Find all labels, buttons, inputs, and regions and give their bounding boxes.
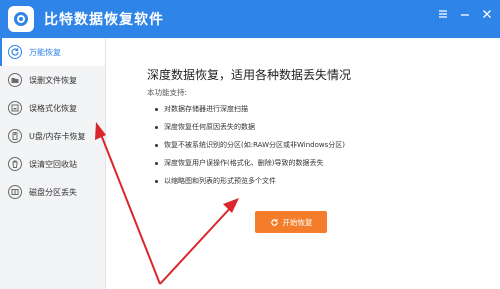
sidebar: 万能恢复 误删文件恢复 误格式化恢复 U盘/内存卡恢复 误清空回收站 磁盘分区丢… <box>0 38 106 289</box>
usb-icon <box>8 129 22 143</box>
folder-icon <box>8 73 22 87</box>
sidebar-item-format-recovery[interactable]: 误格式化恢复 <box>0 94 105 122</box>
close-icon[interactable] <box>480 7 494 21</box>
menu-icon[interactable] <box>436 7 450 21</box>
feature-text: 对数据存储器进行深度扫描 <box>164 105 248 113</box>
feature-text: 深度恢复用户误操作(格式化、删除)导致的数据丢失 <box>164 159 324 167</box>
start-recovery-label: 开始恢复 <box>282 217 313 227</box>
bullet-icon <box>155 107 158 111</box>
bullet-icon <box>155 143 158 147</box>
title-bar: 比特数据恢复软件 <box>0 0 500 38</box>
sidebar-item-label: 误删文件恢复 <box>29 75 77 85</box>
sidebar-item-recycle-bin[interactable]: 误清空回收站 <box>0 150 105 178</box>
feature-intro: 本功能支持: <box>147 88 188 97</box>
list-item: 深度恢复用户误操作(格式化、删除)导致的数据丢失 <box>155 154 345 172</box>
feature-text: 以缩略图和列表的形式预览多个文件 <box>164 177 276 185</box>
sidebar-item-deleted-files[interactable]: 误删文件恢复 <box>0 66 105 94</box>
sidebar-item-partition-lost[interactable]: 磁盘分区丢失 <box>0 178 105 206</box>
minimize-icon[interactable] <box>458 7 472 21</box>
sidebar-item-label: 误格式化恢复 <box>29 103 77 113</box>
list-item: 恢复不被系统识别的分区(如:RAW分区或非Windows分区) <box>155 136 345 154</box>
bullet-icon <box>155 161 158 165</box>
partition-icon <box>8 185 22 199</box>
sidebar-item-label: 磁盘分区丢失 <box>29 187 77 197</box>
recover-icon <box>270 218 279 227</box>
sidebar-item-label: U盘/内存卡恢复 <box>29 131 86 141</box>
list-item: 以缩略图和列表的形式预览多个文件 <box>155 172 345 190</box>
recycle-bin-icon <box>8 157 22 171</box>
window-controls <box>436 7 494 21</box>
disk-icon <box>8 101 22 115</box>
bullet-icon <box>155 125 158 129</box>
sidebar-item-label: 误清空回收站 <box>29 159 77 169</box>
main-panel: 深度数据恢复，适用各种数据丢失情况 本功能支持: 对数据存储器进行深度扫描 深度… <box>107 38 500 289</box>
feature-text: 恢复不被系统识别的分区(如:RAW分区或非Windows分区) <box>164 141 345 149</box>
feature-list: 对数据存储器进行深度扫描 深度恢复任何原因丢失的数据 恢复不被系统识别的分区(如… <box>155 100 345 190</box>
refresh-icon <box>8 45 22 59</box>
page-title: 深度数据恢复，适用各种数据丢失情况 <box>147 68 352 82</box>
bullet-icon <box>155 179 158 183</box>
sidebar-item-universal-recovery[interactable]: 万能恢复 <box>0 38 105 66</box>
feature-text: 深度恢复任何原因丢失的数据 <box>164 123 255 131</box>
sidebar-item-label: 万能恢复 <box>29 47 61 57</box>
app-title: 比特数据恢复软件 <box>44 12 164 28</box>
list-item: 对数据存储器进行深度扫描 <box>155 100 345 118</box>
disk-recovery-logo-icon <box>8 6 34 32</box>
list-item: 深度恢复任何原因丢失的数据 <box>155 118 345 136</box>
start-recovery-button[interactable]: 开始恢复 <box>255 211 327 233</box>
sidebar-item-usb-recovery[interactable]: U盘/内存卡恢复 <box>0 122 105 150</box>
